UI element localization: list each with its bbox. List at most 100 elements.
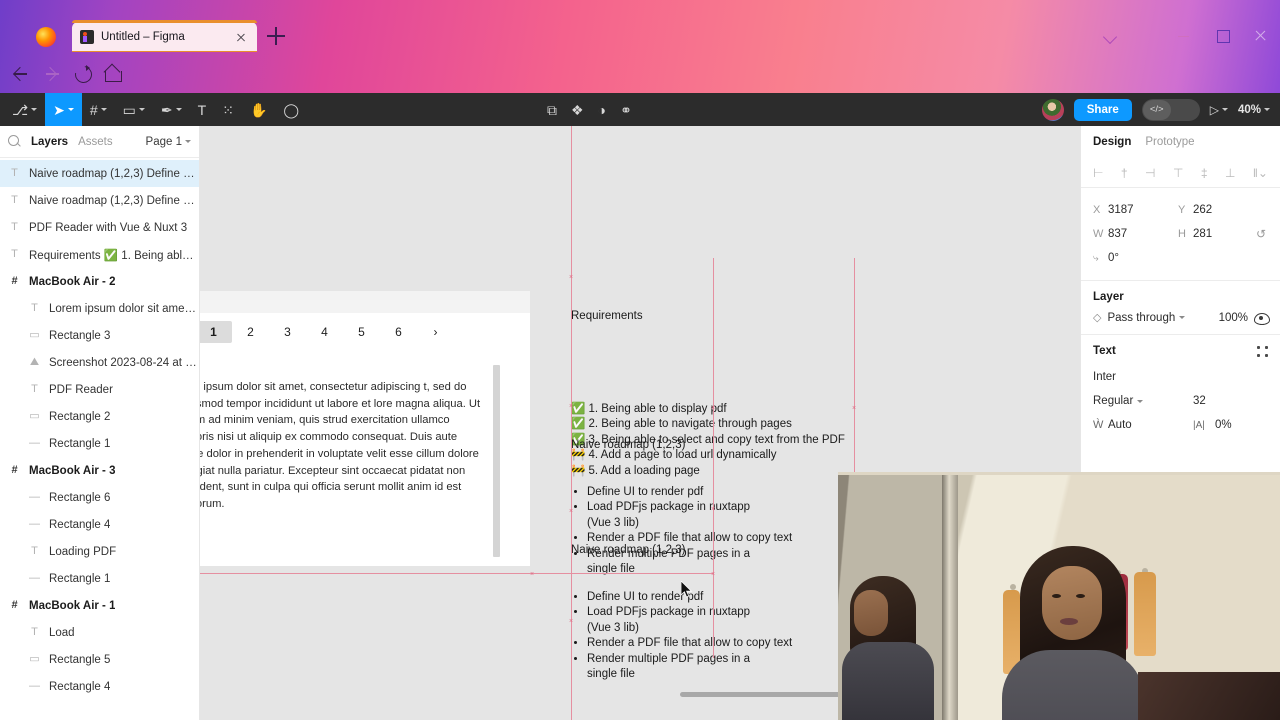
layer-row[interactable]: ▭ Rectangle 2 [0,403,199,430]
eye-icon[interactable] [1254,312,1270,325]
line-height-value[interactable]: Auto [1108,419,1193,431]
window-close-button[interactable] [1253,28,1269,44]
close-icon[interactable] [233,29,249,45]
person-face [1042,566,1102,640]
distribute-icon[interactable]: ‖⌄ [1253,166,1268,180]
chevron-down-icon [1221,108,1228,111]
opacity-value[interactable]: 100% [1219,312,1248,324]
rotation-value[interactable]: 0° [1108,252,1178,264]
blend-mode-select[interactable]: Pass through [1107,312,1212,324]
page-button-3[interactable]: 3 [269,321,306,343]
layer-row[interactable]: T Naive roadmap (1,2,3) Define UI to... [0,187,199,214]
layer-row[interactable]: — Rectangle 1 [0,565,199,592]
layer-row[interactable]: ▭ Rectangle 3 [0,322,199,349]
new-tab-button[interactable] [267,27,285,45]
page-button-2[interactable]: 2 [232,321,269,343]
w-label: W [1093,228,1104,240]
layer-row[interactable]: T PDF Reader with Vue & Nuxt 3 [0,214,199,241]
present-button[interactable]: ▷ [1210,103,1228,117]
text-settings-icon[interactable] [1257,345,1268,357]
tab-design[interactable]: Design [1093,136,1131,148]
chevron-down-icon[interactable] [1103,28,1119,44]
comment-tool[interactable]: ◯ [275,93,307,126]
pdf-scrollbar[interactable] [493,365,500,557]
page-button-5[interactable]: 5 [343,321,380,343]
tab-prototype[interactable]: Prototype [1145,136,1194,148]
align-right-icon[interactable]: ⊣ [1145,166,1155,180]
tab-assets[interactable]: Assets [78,136,113,148]
align-top-icon[interactable]: ⊤ [1173,166,1183,180]
layer-row[interactable]: ⛰ Screenshot 2023-08-24 at 10... [0,349,199,376]
pdf-reader-frame[interactable]: 123456› rem ipsum dolor sit amet, consec… [200,291,530,566]
align-left-icon[interactable]: ⊢ [1093,166,1103,180]
y-value[interactable]: 262 [1193,204,1263,216]
font-size-value[interactable]: 32 [1193,395,1206,407]
constrain-proportions-icon[interactable]: ↺ [1256,227,1266,241]
dev-mode-toggle[interactable]: </> [1141,98,1200,121]
layer-row[interactable]: # MacBook Air - 3 [0,457,199,484]
align-bottom-icon[interactable]: ⊥ [1225,166,1235,180]
shape-tool[interactable]: ▭ [115,93,153,126]
minimize-button[interactable] [1176,28,1192,44]
x-value[interactable]: 3187 [1108,204,1178,216]
layer-row[interactable]: T Requirements ✅ 1. Being able to ... [0,241,199,268]
reload-button[interactable] [72,63,94,85]
align-vertical-center-icon[interactable]: ‡ [1201,166,1208,180]
layer-row[interactable]: T PDF Reader [0,376,199,403]
plugins-icon[interactable]: ❖ [571,103,584,117]
text-tool[interactable]: T [190,93,215,126]
roadmap-2-title: Naive roadmap (1,2,3) [571,544,686,556]
forward-button[interactable] [42,63,64,85]
text-section-title: Text [1093,345,1268,357]
frame-tool[interactable]: # [82,93,115,126]
back-button[interactable] [10,63,32,85]
browser-chrome: Untitled – Figma https://www.figma.com/f… [0,0,1280,93]
figma-menu-icon[interactable]: ⎇ [4,93,45,126]
pen-tool[interactable]: ✒ [153,93,190,126]
mouse-cursor [681,581,693,598]
w-value[interactable]: 837 [1108,228,1178,240]
move-tool[interactable]: ➤ [45,93,82,126]
blend-mode-value: Pass through [1107,311,1176,324]
layer-row[interactable]: ▭ Rectangle 5 [0,646,199,673]
layer-row[interactable]: — Rectangle 6 [0,484,199,511]
font-family-row[interactable]: Inter [1093,365,1268,389]
page-button-6[interactable]: 6 [380,321,417,343]
layer-row[interactable]: — Rectangle 1 [0,430,199,457]
layer-row[interactable]: T Naive roadmap (1,2,3) Define UI to... [0,160,199,187]
align-horizontal-center-icon[interactable]: † [1121,166,1128,180]
font-family-value: Inter [1093,371,1117,383]
components-tool[interactable]: ⁙ [214,93,242,126]
page-button-1[interactable]: 1 [200,321,232,343]
layer-row[interactable]: T Lorem ipsum dolor sit amet, c... [0,295,199,322]
h-value[interactable]: 281 [1193,228,1263,240]
layer-row[interactable]: — Rectangle 4 [0,673,199,700]
share-button[interactable]: Share [1073,98,1132,121]
maximize-button[interactable] [1215,28,1231,44]
home-button[interactable] [102,63,124,85]
roadmap-2-text-block[interactable]: Naive roadmap (1,2,3) Define UI to rende… [571,512,792,714]
scale-tool-icon[interactable]: ⧉ [547,103,557,117]
browser-tab[interactable]: Untitled – Figma [72,20,257,52]
layer-row[interactable]: T Loading PDF [0,538,199,565]
hand-tool[interactable]: ✋ [242,93,275,126]
tab-layers[interactable]: Layers [31,136,68,148]
next-page-button[interactable]: › [417,321,454,343]
layer-controls: ◇ Pass through 100% [1093,311,1270,325]
link-icon[interactable]: ⚭ [620,103,632,117]
line-layer-icon: — [29,518,40,530]
layer-row[interactable]: T Load [0,619,199,646]
letter-spacing-value[interactable]: 0% [1215,419,1232,431]
layer-section: Layer ◇ Pass through 100% [1081,281,1280,335]
search-icon[interactable] [8,135,21,148]
layer-row[interactable]: # MacBook Air - 2 [0,268,199,295]
layer-name: Rectangle 1 [49,437,111,450]
page-button-4[interactable]: 4 [306,321,343,343]
page-selector[interactable]: Page 1 [146,136,191,148]
contrast-icon[interactable]: ◑ [598,103,606,117]
user-avatar[interactable] [1041,98,1064,121]
layer-row[interactable]: # MacBook Air - 1 [0,592,199,619]
zoom-control[interactable]: 40% [1238,104,1270,116]
layer-row[interactable]: — Rectangle 4 [0,511,199,538]
font-weight-select[interactable]: Regular [1093,395,1193,407]
